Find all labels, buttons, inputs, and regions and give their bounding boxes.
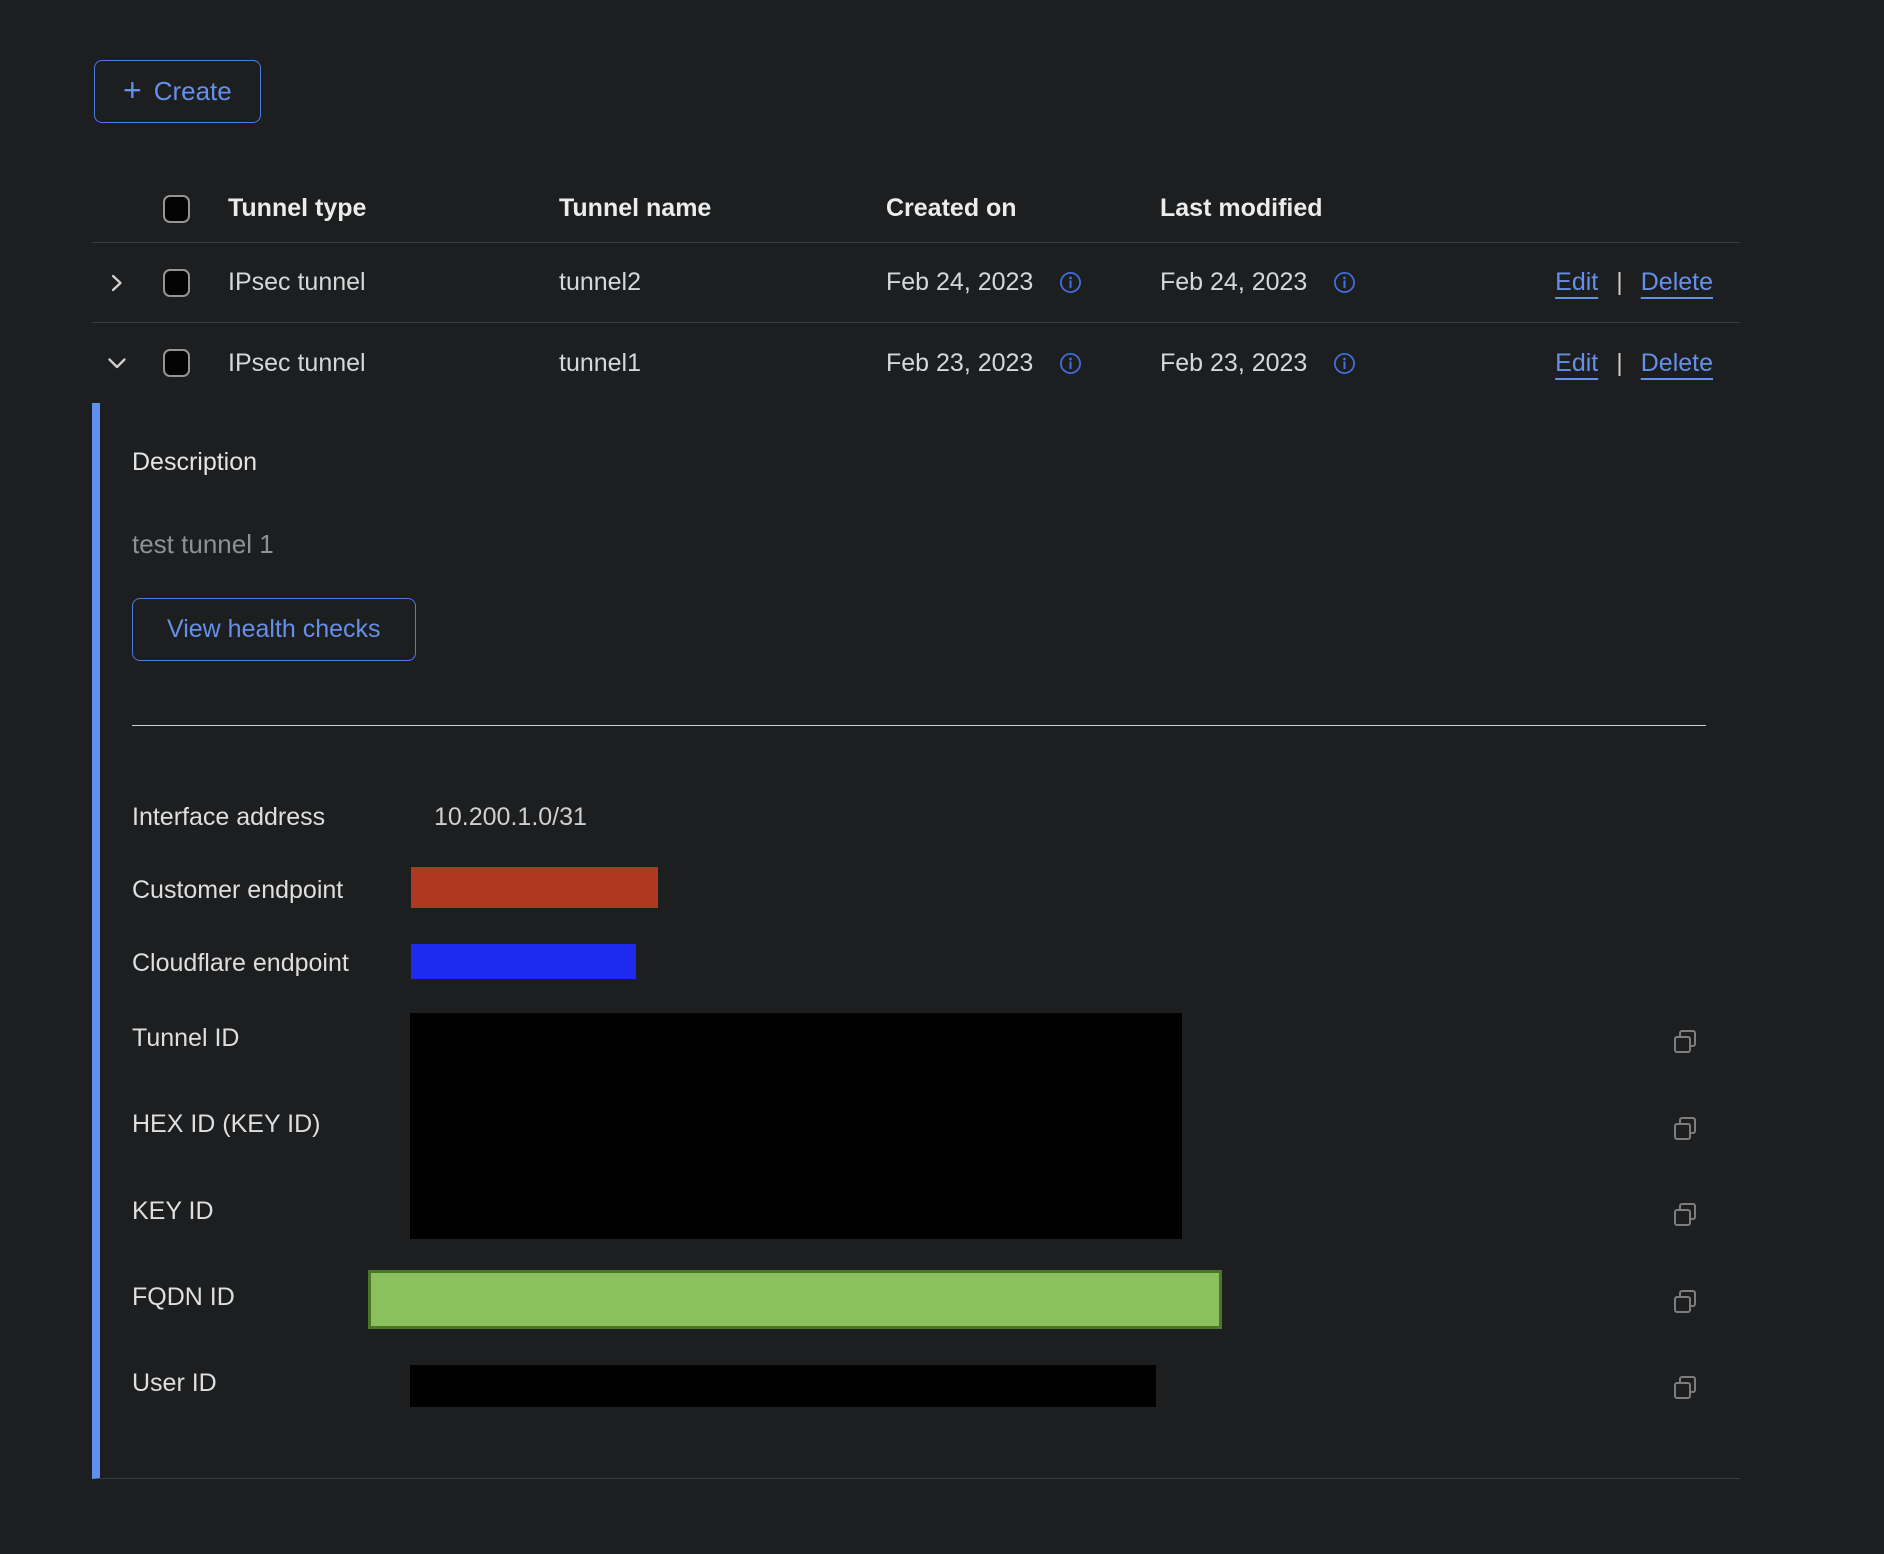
field-value: 10.200.1.0/31 [434, 803, 587, 832]
tunnel-type-cell: IPsec tunnel [228, 349, 559, 378]
field-label: Tunnel ID [132, 1024, 239, 1053]
redaction-block-green [368, 1270, 1222, 1329]
tunnel-type-cell: IPsec tunnel [228, 268, 559, 297]
created-on-cell: Feb 24, 2023 [886, 268, 1033, 297]
info-icon[interactable] [1059, 352, 1082, 375]
copy-button[interactable] [1670, 1373, 1700, 1403]
edit-link[interactable]: Edit [1555, 268, 1598, 297]
select-all-checkbox[interactable] [163, 195, 190, 223]
field-label: FQDN ID [132, 1283, 235, 1312]
delete-link[interactable]: Delete [1641, 349, 1713, 378]
collapse-row-button[interactable] [104, 350, 130, 376]
last-modified-cell: Feb 23, 2023 [1160, 349, 1307, 378]
copy-button[interactable] [1670, 1200, 1700, 1230]
plus-icon: + [123, 74, 142, 106]
redaction-block-black [410, 1365, 1156, 1407]
field-label: KEY ID [132, 1197, 214, 1226]
copy-icon [1670, 1373, 1700, 1403]
created-on-cell: Feb 23, 2023 [886, 349, 1033, 378]
copy-icon [1670, 1114, 1700, 1144]
copy-icon [1670, 1287, 1700, 1317]
tunnels-table: Tunnel type Tunnel name Created on Last … [92, 175, 1740, 403]
expand-row-button[interactable] [104, 271, 128, 295]
chevron-down-icon [104, 350, 130, 376]
create-button-label: Create [154, 76, 232, 107]
action-separator: | [1616, 349, 1623, 378]
tunnel-name-cell: tunnel1 [559, 349, 886, 378]
redaction-block-red [411, 867, 658, 908]
header-last-modified: Last modified [1160, 194, 1540, 223]
header-tunnel-name: Tunnel name [559, 194, 886, 223]
copy-icon [1670, 1027, 1700, 1057]
description-value: test tunnel 1 [132, 529, 274, 560]
table-row: IPsec tunnel tunnel2 Feb 24, 2023 Feb 24… [92, 243, 1740, 323]
info-icon[interactable] [1333, 352, 1356, 375]
field-label: Cloudflare endpoint [132, 949, 349, 978]
tunnels-page: + Create Tunnel type Tunnel name Created… [0, 0, 1884, 1554]
redaction-block-black [410, 1013, 1182, 1239]
header-created-on: Created on [886, 194, 1160, 223]
info-icon[interactable] [1059, 271, 1082, 294]
create-button[interactable]: + Create [94, 60, 261, 123]
field-label: Customer endpoint [132, 876, 343, 905]
section-divider [132, 725, 1706, 726]
info-icon[interactable] [1333, 271, 1356, 294]
table-row: IPsec tunnel tunnel1 Feb 23, 2023 Feb 23… [92, 323, 1740, 403]
delete-link[interactable]: Delete [1641, 268, 1713, 297]
copy-button[interactable] [1670, 1287, 1700, 1317]
description-label: Description [132, 448, 257, 477]
field-label: HEX ID (KEY ID) [132, 1110, 320, 1139]
action-separator: | [1616, 268, 1623, 297]
copy-button[interactable] [1670, 1114, 1700, 1144]
tunnel-name-cell: tunnel2 [559, 268, 886, 297]
edit-link[interactable]: Edit [1555, 349, 1598, 378]
row-checkbox[interactable] [163, 349, 190, 377]
view-health-checks-button[interactable]: View health checks [132, 598, 416, 661]
redaction-block-blue [411, 944, 636, 979]
chevron-right-icon [104, 271, 128, 295]
header-tunnel-type: Tunnel type [228, 194, 559, 223]
last-modified-cell: Feb 24, 2023 [1160, 268, 1307, 297]
copy-button[interactable] [1670, 1027, 1700, 1057]
row-checkbox[interactable] [163, 269, 190, 297]
field-label: Interface address [132, 803, 325, 832]
copy-icon [1670, 1200, 1700, 1230]
tunnel-detail-panel: Description test tunnel 1 View health ch… [92, 403, 1740, 1479]
field-label: User ID [132, 1369, 217, 1398]
table-header: Tunnel type Tunnel name Created on Last … [92, 175, 1740, 243]
